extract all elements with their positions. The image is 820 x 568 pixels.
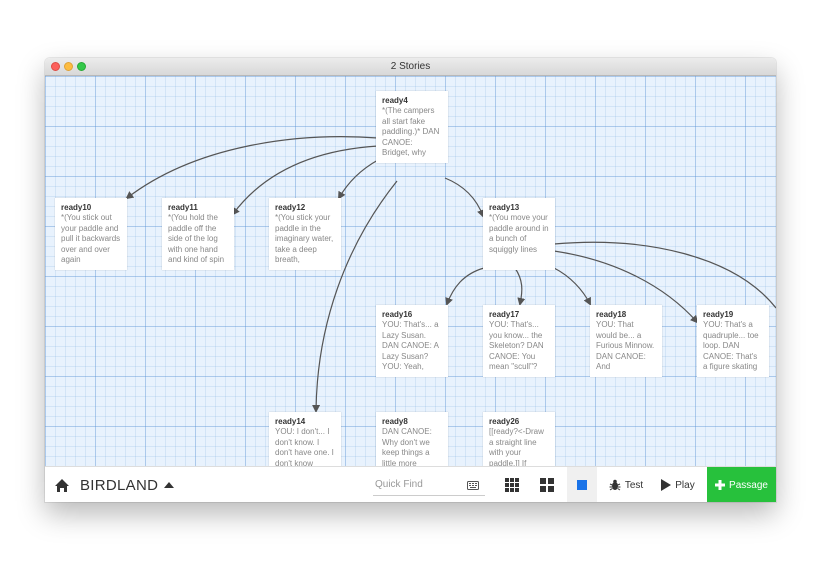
passage-title: ready19 [703,310,734,319]
passage-card-ready19[interactable]: ready19 YOU: That's a quadruple... toe l… [697,305,769,377]
passage-excerpt: *(You move your paddle around in a bunch… [489,213,549,254]
square-icon [577,480,587,490]
passage-excerpt: YOU: That's... a Lazy Susan. DAN CANOE: … [382,320,439,371]
passage-title: ready17 [489,310,520,319]
grid-four-icon [540,478,554,492]
passage-card-ready18[interactable]: ready18 YOU: That would be... a Furious … [590,305,662,377]
passage-title: ready4 [382,96,408,105]
passage-excerpt: DAN CANOE: Why don't we keep things a li… [382,427,432,466]
passage-excerpt: YOU: I don't... I don't know. I don't ha… [275,427,334,466]
plus-icon [715,480,726,490]
link-ready13-ready17 [514,267,526,306]
window-title: 2 Stories [390,61,431,72]
passage-excerpt: *(You hold the paddle off the side of th… [168,213,225,264]
passage-card-ready14[interactable]: ready14 YOU: I don't... I don't know. I … [269,412,341,466]
story-menu-button[interactable]: BIRDLAND [80,467,175,502]
passage-excerpt: *(The campers all start fake paddling.)*… [382,106,440,157]
passage-excerpt: *(You stick your paddle in the imaginary… [275,213,334,264]
play-button[interactable]: Play [657,467,699,502]
passage-title: ready11 [168,203,198,212]
bug-icon [609,479,621,491]
passage-excerpt: [[ready?<-Draw a straight line with your… [489,427,544,466]
home-icon [55,478,69,492]
link-ready4-ready13 [444,177,485,218]
new-passage-button[interactable]: Passage [707,467,776,502]
passage-card-ready10[interactable]: ready10 *(You stick out your paddle and … [55,198,127,270]
passage-card-ready17[interactable]: ready17 YOU: That's... you know... the S… [483,305,555,377]
link-ready13-ready16 [445,267,485,306]
passage-title: ready13 [489,203,520,212]
passage-title: ready10 [61,203,92,212]
zoom-large-button[interactable] [567,467,597,502]
story-map-canvas[interactable]: ready4 *(The campers all start fake padd… [45,76,776,466]
grid-nine-icon [505,478,519,492]
story-toolbar: BIRDLAND Quick Find Test Play Passage [45,466,776,502]
passage-card-ready8[interactable]: ready8 DAN CANOE: Why don't we keep thin… [376,412,448,466]
link-ready4-ready10 [125,136,379,200]
passage-title: ready8 [382,417,408,426]
passage-excerpt: YOU: That's a quadruple... toe loop. DAN… [703,320,759,371]
link-ready13-ready18 [553,267,591,306]
title-bar[interactable]: 2 Stories [45,58,776,76]
passage-title: ready16 [382,310,413,319]
passage-card-ready26[interactable]: ready26 [[ready?<-Draw a straight line w… [483,412,555,466]
passage-card-ready16[interactable]: ready16 YOU: That's... a Lazy Susan. DAN… [376,305,448,377]
passage-title: ready12 [275,203,306,212]
passage-card-ready13[interactable]: ready13 *(You move your paddle around in… [483,198,555,270]
passage-label: Passage [729,479,768,491]
play-label: Play [675,479,695,491]
play-icon [661,479,672,491]
passage-title: ready26 [489,417,520,426]
passage-title: ready18 [596,310,627,319]
library-home-button[interactable] [51,467,73,502]
passage-excerpt: YOU: That would be... a Furious Minnow. … [596,320,655,371]
zoom-medium-button[interactable] [536,467,558,502]
keyboard-icon [467,480,479,490]
app-window: 2 Stories ready4 *(The campers all start… [45,58,776,502]
passage-card-ready12[interactable]: ready12 *(You stick your paddle in the i… [269,198,341,270]
passage-excerpt: YOU: That's... you know... the Skeleton?… [489,320,544,371]
test-button[interactable]: Test [602,467,650,502]
passage-card-ready4[interactable]: ready4 *(The campers all start fake padd… [376,91,448,163]
test-label: Test [624,479,644,491]
passage-card-ready11[interactable]: ready11 *(You hold the paddle off the si… [162,198,234,270]
link-ready4-ready12 [338,159,379,200]
story-name: BIRDLAND [80,476,159,494]
quick-find-options-button[interactable] [466,467,480,502]
zoom-small-button[interactable] [501,467,523,502]
passage-title: ready14 [275,417,306,426]
passage-excerpt: *(You stick out your paddle and pull it … [61,213,121,264]
caret-up-icon [164,482,175,488]
